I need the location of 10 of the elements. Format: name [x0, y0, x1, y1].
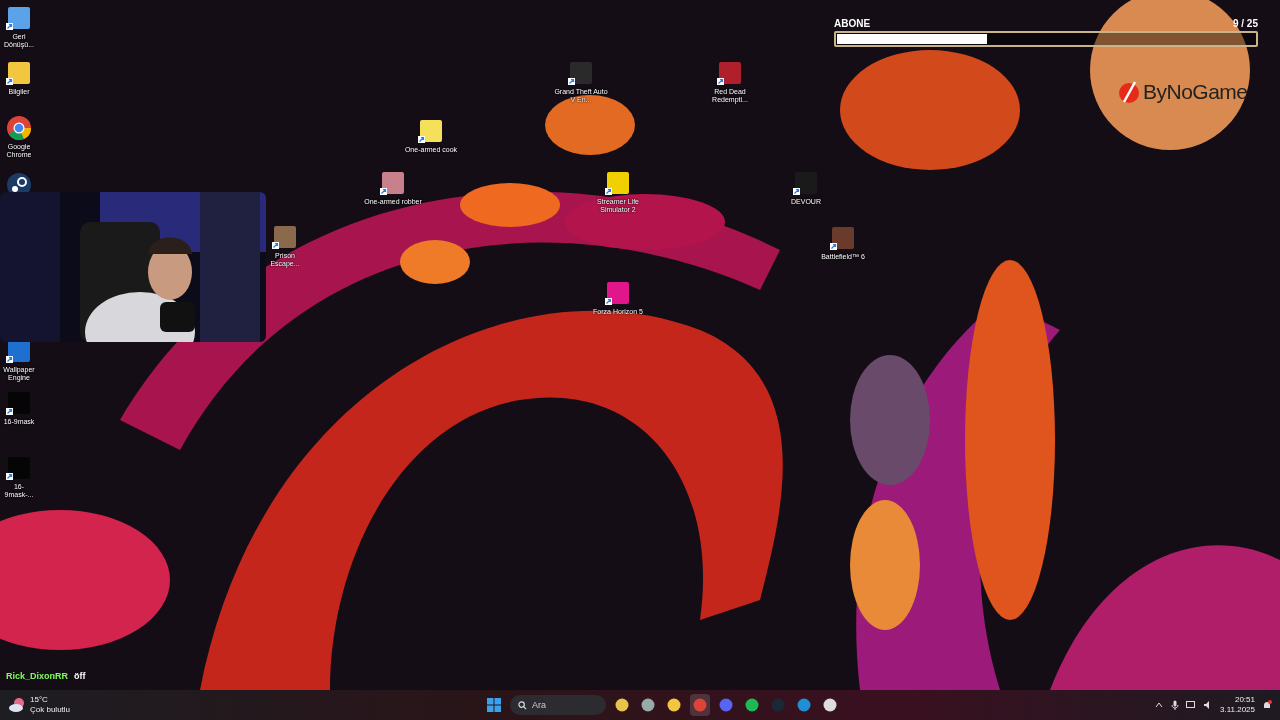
weather-condition: Çok bulutlu	[30, 705, 71, 715]
microphone-icon[interactable]	[1171, 700, 1179, 710]
bell-icon[interactable]	[1262, 700, 1272, 710]
chevron-up-icon[interactable]	[1154, 700, 1164, 710]
search-icon	[518, 700, 527, 710]
clock-time[interactable]: 20:51	[1234, 695, 1255, 705]
search-field[interactable]: Ara	[510, 695, 606, 715]
clock-date[interactable]: 3.11.2025	[1220, 705, 1255, 715]
temperature: 15°C	[30, 695, 49, 705]
weather-icon	[8, 697, 26, 713]
